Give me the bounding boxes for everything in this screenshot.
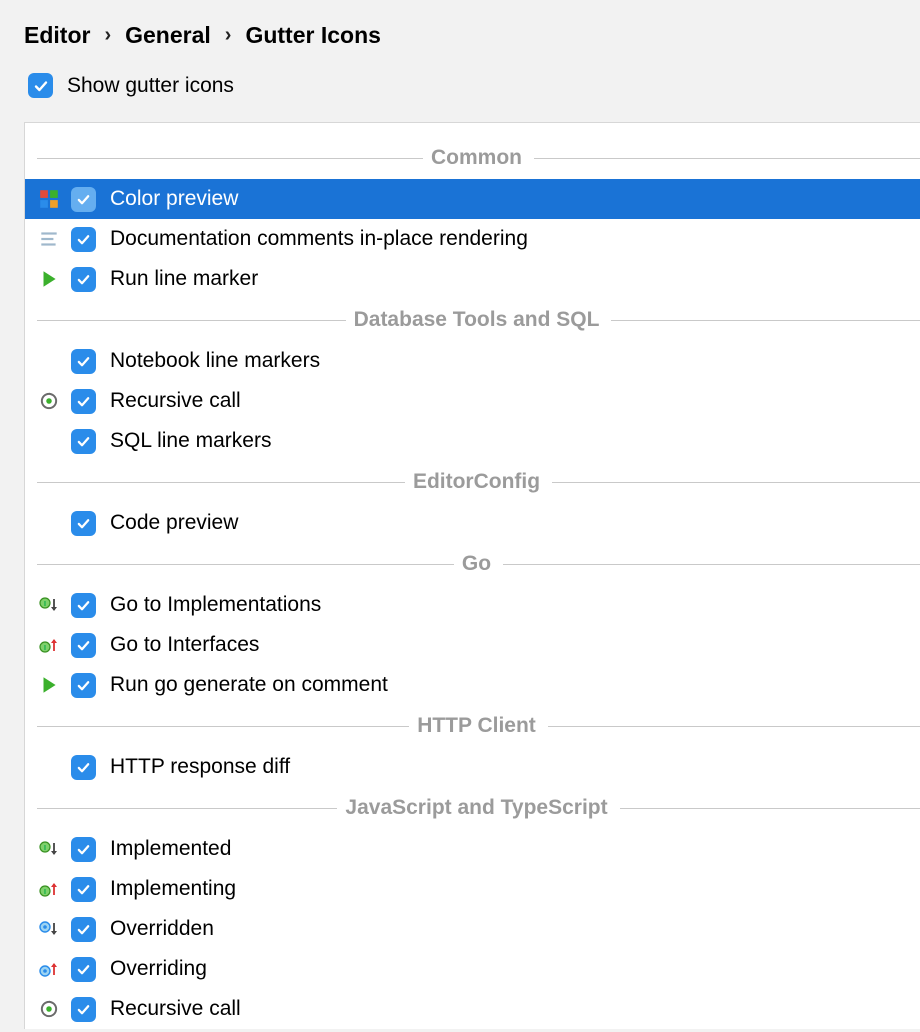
group-header: JavaScript and TypeScript — [25, 787, 920, 829]
item-checkbox[interactable] — [71, 267, 96, 292]
item-checkbox[interactable] — [71, 227, 96, 252]
item-label: Run go generate on comment — [110, 673, 388, 697]
gutter-icons-panel: Common Color preview Documentation comme… — [24, 122, 920, 1029]
item-checkbox[interactable] — [71, 349, 96, 374]
item-label: Implementing — [110, 877, 236, 901]
list-item[interactable]: Recursive call — [25, 381, 920, 421]
chevron-right-icon: › — [104, 24, 111, 47]
show-gutter-icons-option[interactable]: Show gutter icons — [0, 67, 920, 122]
group-header: Database Tools and SQL — [25, 299, 920, 341]
list-item[interactable]: Documentation comments in-place renderin… — [25, 219, 920, 259]
svg-text:I: I — [44, 845, 46, 852]
list-item[interactable]: SQL line markers — [25, 421, 920, 461]
breadcrumb-gutter-icons: Gutter Icons — [245, 22, 380, 49]
item-checkbox[interactable] — [71, 837, 96, 862]
over-down-icon — [35, 917, 63, 941]
color-square-icon — [35, 187, 63, 211]
list-item[interactable]: Color preview — [25, 179, 920, 219]
breadcrumb-general[interactable]: General — [125, 22, 211, 49]
item-checkbox[interactable] — [71, 957, 96, 982]
breadcrumb-editor[interactable]: Editor — [24, 22, 90, 49]
group-title: HTTP Client — [409, 714, 536, 738]
impl-down-icon: I — [35, 837, 63, 861]
breadcrumb: Editor › General › Gutter Icons — [0, 0, 920, 67]
item-label: Overriding — [110, 957, 207, 981]
impl-up-icon: I — [35, 877, 63, 901]
item-label: Color preview — [110, 187, 238, 211]
list-item[interactable]: HTTP response diff — [25, 747, 920, 787]
group-title: Go — [454, 552, 491, 576]
item-checkbox[interactable] — [71, 917, 96, 942]
item-label: SQL line markers — [110, 429, 271, 453]
list-item[interactable]: I Go to Interfaces — [25, 625, 920, 665]
none-icon — [35, 511, 63, 535]
item-label: Overridden — [110, 917, 214, 941]
group-title: Database Tools and SQL — [346, 308, 600, 332]
list-item[interactable]: I Implemented — [25, 829, 920, 869]
show-gutter-label: Show gutter icons — [67, 74, 234, 98]
svg-text:I: I — [44, 645, 46, 652]
run-play-icon — [35, 673, 63, 697]
item-label: Go to Implementations — [110, 593, 321, 617]
item-checkbox[interactable] — [71, 389, 96, 414]
none-icon — [35, 349, 63, 373]
item-checkbox[interactable] — [71, 877, 96, 902]
item-label: HTTP response diff — [110, 755, 290, 779]
list-item[interactable]: Overridden — [25, 909, 920, 949]
list-item[interactable]: Run go generate on comment — [25, 665, 920, 705]
svg-text:I: I — [44, 889, 46, 896]
group-title: EditorConfig — [405, 470, 540, 494]
svg-text:I: I — [44, 601, 46, 608]
item-label: Code preview — [110, 511, 238, 535]
impl-down-icon: I — [35, 593, 63, 617]
none-icon — [35, 755, 63, 779]
list-item[interactable]: Code preview — [25, 503, 920, 543]
item-checkbox[interactable] — [71, 429, 96, 454]
group-title: JavaScript and TypeScript — [337, 796, 607, 820]
group-header: EditorConfig — [25, 461, 920, 503]
show-gutter-checkbox[interactable] — [28, 73, 53, 98]
over-up-icon — [35, 957, 63, 981]
group-header: HTTP Client — [25, 705, 920, 747]
item-label: Documentation comments in-place renderin… — [110, 227, 528, 251]
list-item[interactable]: I Implementing — [25, 869, 920, 909]
item-checkbox[interactable] — [71, 755, 96, 780]
item-checkbox[interactable] — [71, 187, 96, 212]
item-label: Recursive call — [110, 997, 241, 1021]
list-item[interactable]: Recursive call — [25, 989, 920, 1029]
list-item[interactable]: Notebook line markers — [25, 341, 920, 381]
item-checkbox[interactable] — [71, 997, 96, 1022]
group-header: Go — [25, 543, 920, 585]
item-checkbox[interactable] — [71, 673, 96, 698]
item-label: Implemented — [110, 837, 231, 861]
item-checkbox[interactable] — [71, 593, 96, 618]
item-label: Recursive call — [110, 389, 241, 413]
recursive-icon — [35, 997, 63, 1021]
item-checkbox[interactable] — [71, 511, 96, 536]
group-header: Common — [25, 137, 920, 179]
item-checkbox[interactable] — [71, 633, 96, 658]
item-label: Notebook line markers — [110, 349, 320, 373]
impl-up-icon: I — [35, 633, 63, 657]
run-play-icon — [35, 267, 63, 291]
doc-lines-icon — [35, 227, 63, 251]
list-item[interactable]: Overriding — [25, 949, 920, 989]
item-label: Go to Interfaces — [110, 633, 259, 657]
chevron-right-icon: › — [225, 24, 232, 47]
none-icon — [35, 429, 63, 453]
list-item[interactable]: Run line marker — [25, 259, 920, 299]
list-item[interactable]: I Go to Implementations — [25, 585, 920, 625]
item-label: Run line marker — [110, 267, 258, 291]
recursive-icon — [35, 389, 63, 413]
group-title: Common — [423, 146, 522, 170]
